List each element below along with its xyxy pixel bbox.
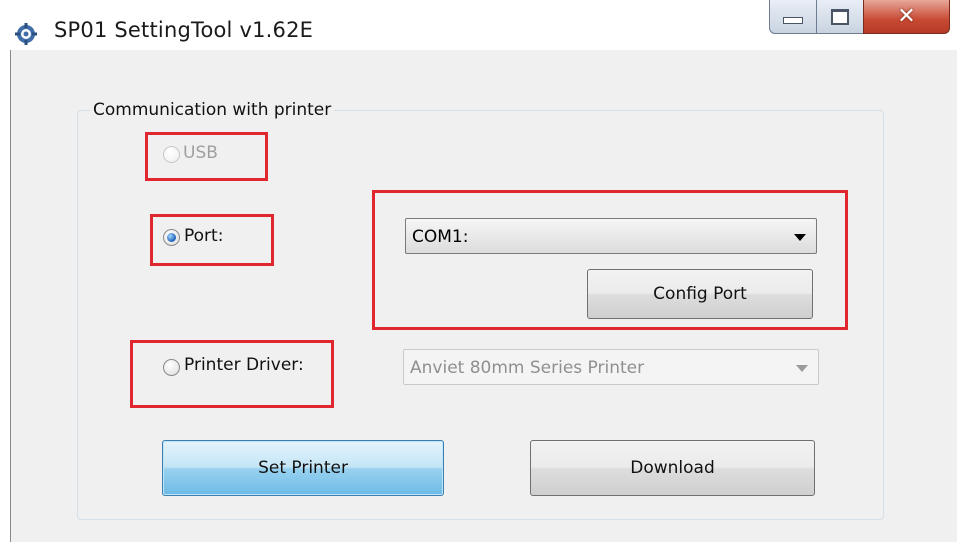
gear-icon xyxy=(15,23,37,45)
printer-driver-highlight-box xyxy=(130,340,334,408)
usb-highlight-box xyxy=(145,132,268,181)
maximize-icon xyxy=(831,8,849,25)
port-highlight-box xyxy=(150,214,274,266)
set-printer-button[interactable]: Set Printer xyxy=(162,440,444,496)
download-button[interactable]: Download xyxy=(530,440,815,496)
close-icon: ✕ xyxy=(897,4,916,29)
title-bar: SP01 SettingTool v1.62E ✕ xyxy=(0,0,957,50)
minimize-icon xyxy=(783,17,803,24)
group-legend: Communication with printer xyxy=(90,100,335,120)
chevron-down-icon xyxy=(796,365,808,372)
port-settings-highlight-box xyxy=(372,190,848,330)
window-title: SP01 SettingTool v1.62E xyxy=(54,18,314,42)
maximize-button[interactable] xyxy=(816,0,864,34)
download-label: Download xyxy=(630,458,715,478)
set-printer-label: Set Printer xyxy=(258,458,348,478)
close-button[interactable]: ✕ xyxy=(863,0,950,34)
driver-select-value: Anviet 80mm Series Printer xyxy=(410,358,645,378)
driver-select[interactable]: Anviet 80mm Series Printer xyxy=(403,349,819,385)
minimize-button[interactable] xyxy=(769,0,817,34)
